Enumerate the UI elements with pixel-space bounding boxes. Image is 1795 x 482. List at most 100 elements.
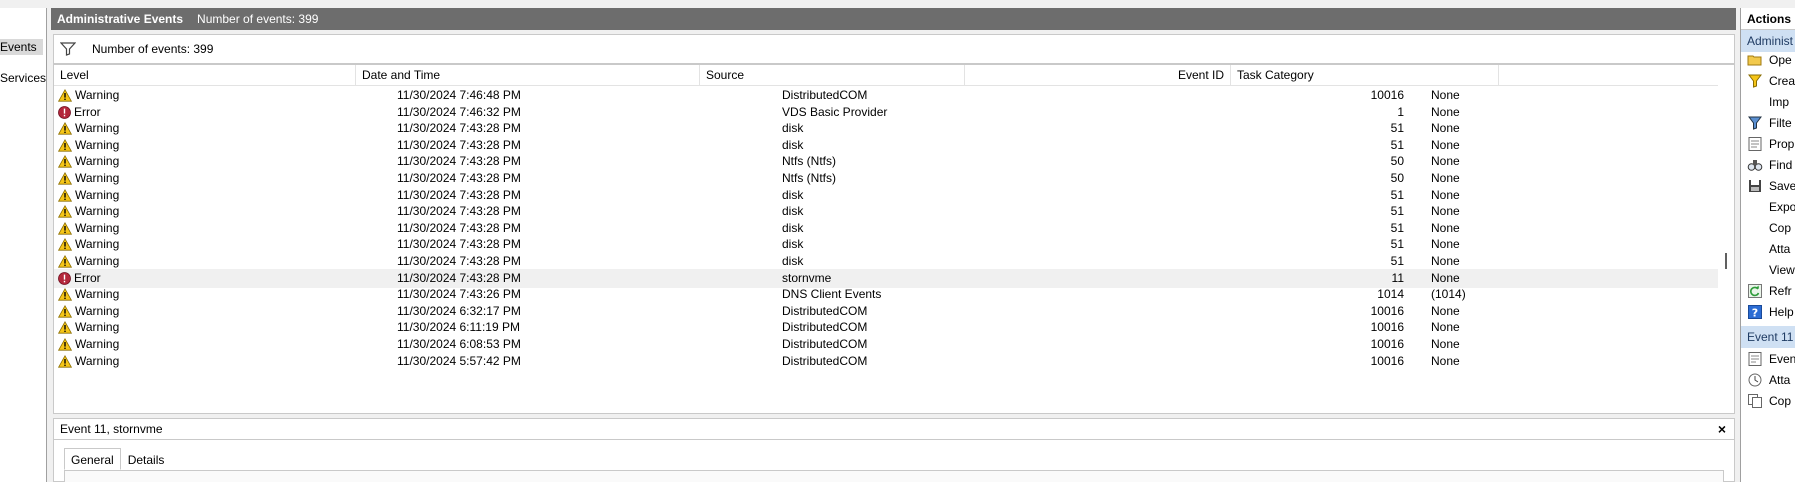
action-item[interactable]: Save <box>1741 175 1795 197</box>
actions-pane: Actions Administ Ope Crea Imp Filte Prop Find… <box>1740 8 1795 482</box>
level-text: Warning <box>75 353 120 368</box>
filter-icon[interactable] <box>60 42 76 56</box>
action-item[interactable]: Even <box>1741 348 1795 370</box>
properties-icon <box>1747 136 1763 152</box>
cell-source: DistributedCOM <box>782 353 868 368</box>
action-label: View <box>1769 263 1795 277</box>
console-tree-pane: Events Services Lo <box>0 8 47 482</box>
table-header: Level Date and Time Source Event ID Task… <box>54 65 1719 86</box>
action-item[interactable]: Expo <box>1741 196 1795 218</box>
warning-icon <box>58 89 75 102</box>
action-label: Filte <box>1769 116 1792 130</box>
tab-content <box>64 470 1724 482</box>
column-header-level[interactable]: Level <box>54 65 356 86</box>
refresh-icon <box>1747 283 1763 299</box>
folder-open-icon <box>1747 52 1763 68</box>
actions-section-event[interactable]: Event 11 <box>1741 326 1795 348</box>
filter-event-count: Number of events: 399 <box>92 42 214 56</box>
action-item[interactable]: View <box>1741 259 1795 281</box>
action-label: Prop <box>1769 137 1795 151</box>
error-icon <box>58 271 74 285</box>
action-item[interactable]: Find <box>1741 154 1795 176</box>
action-label: Save <box>1769 179 1795 193</box>
tree-item-label: Services Lo <box>0 71 47 85</box>
action-label: Atta <box>1769 373 1791 387</box>
filter-icon <box>1747 115 1763 131</box>
event-detail-body: General Details <box>53 440 1735 482</box>
cell-level: Warning <box>58 352 119 371</box>
event-viewer-window: Events Services Lo Administrative Events… <box>0 0 1795 482</box>
warning-icon <box>58 155 75 168</box>
action-item[interactable]: Imp <box>1741 91 1795 113</box>
action-label: Refr <box>1769 284 1792 298</box>
warning-icon <box>58 354 75 368</box>
column-header-date-time[interactable]: Date and Time <box>356 65 700 86</box>
warning-icon <box>58 304 75 318</box>
tab-details[interactable]: Details <box>121 448 172 470</box>
save-icon <box>1747 178 1763 194</box>
warning-icon <box>58 172 75 185</box>
svg-text:?: ? <box>1752 307 1758 320</box>
event-detail-title: Event 11, stornvme <box>60 422 163 436</box>
copy-icon <box>1747 393 1763 409</box>
cell-date-time: 11/30/2024 5:57:42 PM <box>397 353 521 368</box>
action-label: Imp <box>1769 95 1790 109</box>
action-item[interactable]: Refr <box>1741 280 1795 302</box>
filter-bar: Number of events: 399 <box>53 34 1735 64</box>
action-label: Cop <box>1769 394 1792 408</box>
action-label: Crea <box>1769 74 1795 88</box>
tab-general[interactable]: General <box>64 448 121 470</box>
action-item[interactable]: Crea <box>1741 70 1795 92</box>
action-item[interactable]: Ope <box>1741 49 1795 71</box>
events-table[interactable]: Level Date and Time Source Event ID Task… <box>53 64 1735 414</box>
view-title: Administrative Events <box>57 12 184 26</box>
action-item[interactable]: Filte <box>1741 112 1795 134</box>
column-header-event-id[interactable]: Event ID <box>965 65 1231 86</box>
warning-icon <box>58 122 75 135</box>
scrollbar-thumb[interactable] <box>1725 253 1727 269</box>
create-filter-icon <box>1747 73 1763 89</box>
warning-icon <box>58 338 75 351</box>
warning-icon <box>58 221 75 235</box>
warning-icon <box>58 321 75 334</box>
action-label: Find <box>1769 158 1793 172</box>
cell-event-id: 10016 <box>1370 353 1404 368</box>
tree-item-events[interactable]: Events <box>0 39 43 55</box>
table-row[interactable]: Warning 11/30/2024 5:57:42 PM DistributedC… <box>54 352 1719 371</box>
tree-item-label: Events <box>0 40 37 54</box>
view-header: Administrative Events Number of events: … <box>51 8 1736 30</box>
action-item[interactable]: Atta <box>1741 238 1795 260</box>
view-event-count: Number of events: 399 <box>197 12 319 26</box>
action-item[interactable]: Cop <box>1741 217 1795 239</box>
warning-icon <box>58 238 75 251</box>
event-detail-header: Event 11, stornvme × <box>53 418 1735 440</box>
action-item[interactable]: ? Help <box>1741 301 1795 323</box>
warning-icon <box>58 288 75 301</box>
action-label: Atta <box>1769 242 1791 256</box>
action-item[interactable]: Atta <box>1741 369 1795 391</box>
action-item[interactable]: Cop <box>1741 390 1795 412</box>
center-pane: Administrative Events Number of events: … <box>51 8 1736 482</box>
close-icon[interactable]: × <box>1718 421 1726 437</box>
cell-task-category: None <box>1431 353 1460 368</box>
vertical-scrollbar[interactable] <box>1718 65 1734 413</box>
tree-item-services-logs[interactable]: Services Lo <box>0 71 47 85</box>
warning-icon <box>58 188 75 202</box>
attach-task-icon <box>1747 372 1763 388</box>
column-header-source[interactable]: Source <box>700 65 965 86</box>
column-header-task-category[interactable]: Task Category <box>1231 65 1499 86</box>
action-label: Help <box>1769 305 1794 319</box>
find-icon <box>1747 157 1763 173</box>
action-label: Expo <box>1769 200 1795 214</box>
detail-tabs: General Details <box>64 448 171 470</box>
help-icon: ? <box>1747 304 1763 320</box>
warning-icon <box>58 255 75 268</box>
event-properties-icon <box>1747 351 1763 367</box>
warning-icon <box>58 205 75 218</box>
action-label: Even <box>1769 352 1795 366</box>
error-icon <box>58 105 74 119</box>
actions-title: Actions <box>1741 8 1795 30</box>
action-label: Cop <box>1769 221 1792 235</box>
action-item[interactable]: Prop <box>1741 133 1795 155</box>
action-label: Ope <box>1769 53 1792 67</box>
